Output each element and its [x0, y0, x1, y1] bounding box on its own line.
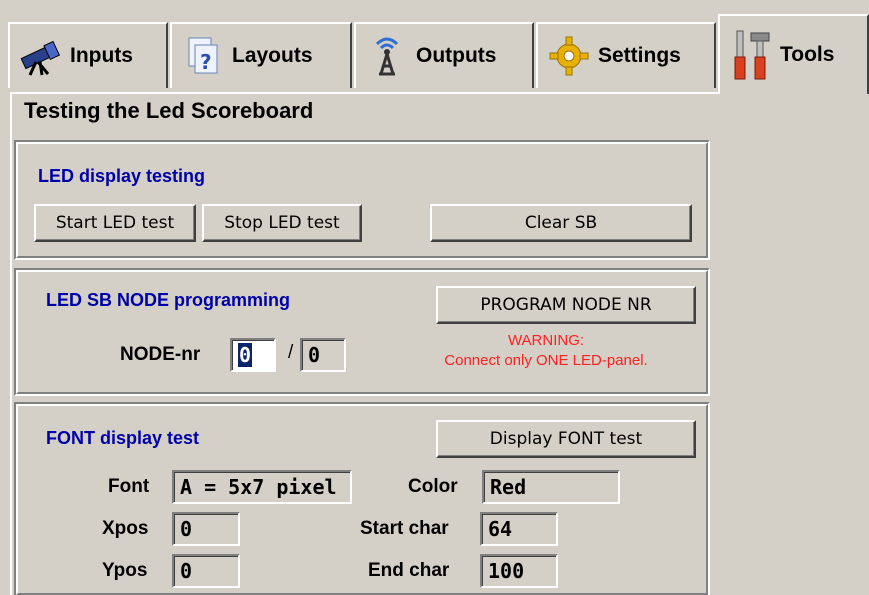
page-title: Testing the Led Scoreboard: [24, 98, 314, 123]
node-nr-input[interactable]: 0: [230, 338, 276, 372]
node-programming-group: LED SB NODE programming PROGRAM NODE NR …: [14, 268, 710, 396]
tab-layouts[interactable]: ? Layouts: [170, 22, 352, 88]
stop-led-test-button[interactable]: Stop LED test: [202, 204, 362, 242]
color-select[interactable]: Red: [482, 470, 620, 504]
tab-tools[interactable]: Tools: [718, 14, 869, 94]
led-testing-group: LED display testing Start LED test Stop …: [14, 140, 710, 260]
program-node-button[interactable]: PROGRAM NODE NR: [436, 286, 696, 324]
node-nr-label: NODE-nr: [120, 344, 201, 365]
warning-line-2: Connect only ONE LED-panel.: [444, 352, 648, 369]
warning-line-1: WARNING:: [507, 332, 585, 349]
gear-icon: [546, 33, 592, 79]
help-pages-icon: ?: [180, 33, 226, 79]
font-label: Font: [108, 476, 150, 497]
tab-settings[interactable]: Settings: [536, 22, 716, 88]
telescope-icon: [18, 33, 64, 79]
clear-sb-button[interactable]: Clear SB: [430, 204, 692, 242]
node-programming-title: LED SB NODE programming: [46, 290, 291, 310]
end-char-input[interactable]: 100: [480, 554, 558, 588]
tab-settings-label: Settings: [598, 44, 681, 67]
tab-outputs[interactable]: Outputs: [354, 22, 534, 88]
ypos-label: Ypos: [102, 560, 148, 581]
font-select[interactable]: A = 5x7 pixel: [172, 470, 352, 504]
start-led-test-button[interactable]: Start LED test: [34, 204, 196, 242]
xpos-input[interactable]: 0: [172, 512, 240, 546]
tab-inputs-label: Inputs: [70, 44, 133, 67]
node-nr-value: 0: [238, 343, 253, 367]
xpos-label: Xpos: [102, 518, 149, 539]
antenna-icon: [364, 33, 410, 79]
color-label: Color: [408, 476, 458, 497]
font-test-title: FONT display test: [46, 428, 200, 448]
end-char-label: End char: [368, 560, 450, 581]
tab-tools-label: Tools: [780, 43, 835, 66]
tab-bar: Inputs ? Layouts Outputs Settings Tools: [8, 8, 869, 94]
display-font-test-button[interactable]: Display FONT test: [436, 420, 696, 458]
node-total-field: 0: [300, 338, 346, 372]
led-testing-title: LED display testing: [38, 166, 206, 186]
tab-inputs[interactable]: Inputs: [8, 22, 168, 88]
tab-layouts-label: Layouts: [232, 44, 313, 67]
svg-text:?: ?: [200, 50, 212, 74]
tab-outputs-label: Outputs: [416, 44, 497, 67]
node-separator: /: [288, 342, 294, 363]
font-test-group: FONT display test Display FONT test Font…: [14, 402, 710, 595]
ypos-input[interactable]: 0: [172, 554, 240, 588]
tools-icon: [728, 30, 774, 80]
start-char-input[interactable]: 64: [480, 512, 558, 546]
start-char-label: Start char: [360, 518, 449, 539]
